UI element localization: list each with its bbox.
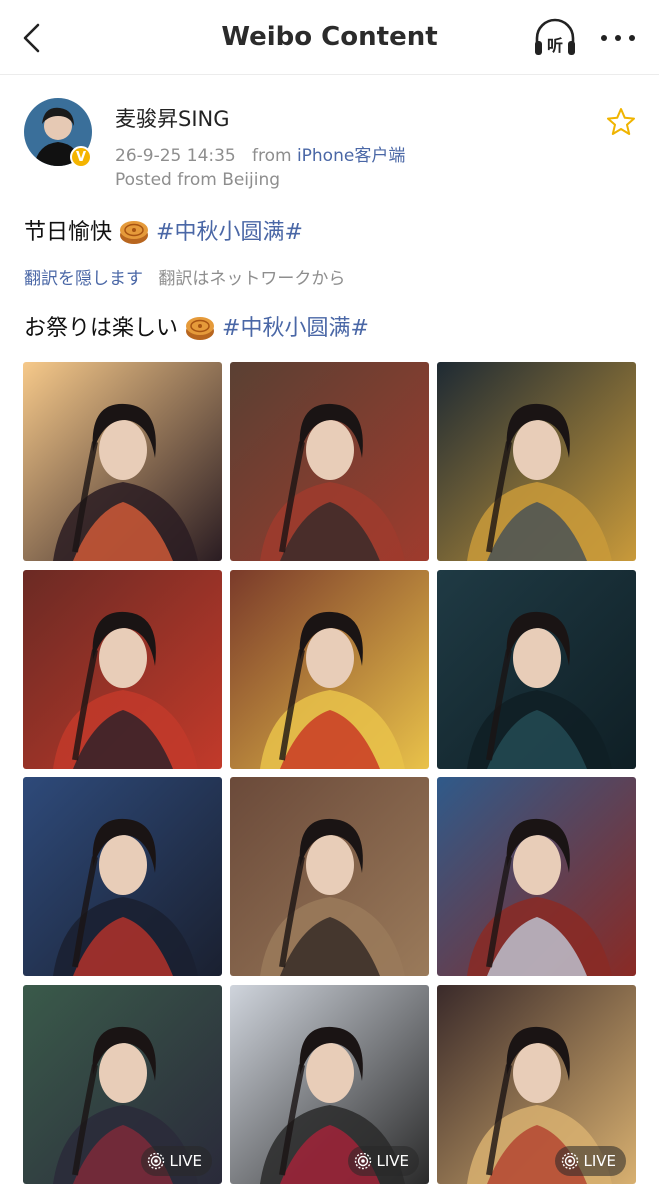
post-text: 节日愉快 #中秋小圆满#: [24, 214, 303, 246]
timestamp: 26-9-25 14:35: [115, 146, 236, 166]
mooncake-emoji-icon: [120, 221, 149, 244]
translated-text: お祭りは楽しい #中秋小圆满#: [24, 310, 369, 342]
photo-thumbnail[interactable]: [437, 569, 636, 769]
photo-thumbnail[interactable]: [437, 777, 636, 976]
post-location: Posted from Beijing: [115, 170, 281, 190]
live-photo-icon: [355, 1152, 372, 1169]
hide-translation-button[interactable]: 翻訳を隠します: [24, 269, 143, 289]
more-dots-icon: [601, 35, 635, 41]
live-photo-badge: LIVE: [348, 1145, 419, 1176]
photo-thumbnail[interactable]: [23, 362, 222, 561]
photo-thumbnail[interactable]: [23, 777, 222, 976]
translation-note: 翻訳はネットワークから: [158, 269, 346, 289]
mooncake-emoji-icon: [186, 317, 215, 340]
top-bar: Weibo Content 听: [0, 0, 659, 75]
post-meta: 26-9-25 14:35 from iPhone客户端: [115, 141, 405, 166]
live-photo-icon: [148, 1152, 165, 1169]
username[interactable]: 麦骏昇SING: [115, 103, 230, 133]
photo-thumbnail[interactable]: LIVE: [437, 984, 636, 1184]
photo-thumbnail[interactable]: [23, 569, 222, 769]
photo-thumbnail[interactable]: LIVE: [23, 984, 222, 1184]
post-source-link[interactable]: iPhone客户端: [297, 146, 405, 166]
live-label: LIVE: [376, 1151, 409, 1170]
headphones-icon: 听: [535, 18, 575, 55]
hashtag-link[interactable]: #中秋小圆满#: [156, 220, 303, 245]
from-label: from: [251, 146, 292, 166]
photo-thumbnail[interactable]: [230, 362, 429, 561]
photo-thumbnail[interactable]: [230, 569, 429, 769]
live-photo-icon: [562, 1152, 579, 1169]
more-options-button[interactable]: [598, 24, 638, 52]
translated-text-plain: お祭りは楽しい: [24, 316, 179, 341]
photo-thumbnail[interactable]: LIVE: [230, 984, 429, 1184]
verified-badge-icon: V: [70, 146, 92, 168]
translation-bar: 翻訳を隠します 翻訳はネットワークから: [24, 264, 345, 289]
live-label: LIVE: [583, 1151, 616, 1170]
star-icon: [607, 108, 635, 135]
photo-thumbnail[interactable]: [437, 362, 636, 561]
live-photo-badge: LIVE: [141, 1145, 212, 1176]
listen-button[interactable]: 听: [532, 18, 578, 58]
post-text-plain: 节日愉快: [24, 220, 113, 245]
live-label: LIVE: [169, 1151, 202, 1170]
photo-grid: LIVE LIVE LIVE: [23, 362, 636, 1184]
live-photo-badge: LIVE: [555, 1145, 626, 1176]
photo-thumbnail[interactable]: [230, 777, 429, 976]
translated-hashtag-link[interactable]: #中秋小圆满#: [222, 316, 369, 341]
listen-label: 听: [547, 36, 563, 55]
favorite-button[interactable]: [606, 107, 636, 137]
